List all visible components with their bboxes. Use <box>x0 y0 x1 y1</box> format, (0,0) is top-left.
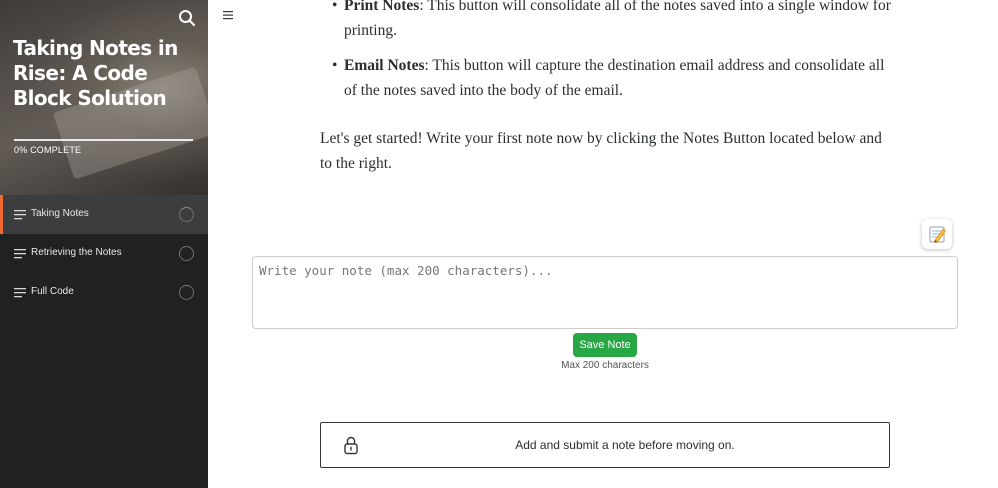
bullet-email-notes: • Email Notes: This button will capture … <box>332 57 885 99</box>
progress-bar <box>14 139 193 141</box>
progress-label: 0% COMPLETE <box>14 145 82 155</box>
note-input[interactable] <box>252 256 958 329</box>
sidebar-item-label: Retrieving the Notes <box>31 247 122 258</box>
save-note-button[interactable]: Save Note <box>573 333 637 357</box>
course-sidebar: Taking Notes in Rise: A Code Block Solut… <box>0 0 208 488</box>
character-limit-hint: Max 200 characters <box>561 360 649 371</box>
sidebar-item-taking-notes[interactable]: Taking Notes <box>0 195 208 234</box>
lines-icon <box>14 288 26 298</box>
bullet-description: : This button will capture the destinati… <box>344 57 885 99</box>
intro-paragraph: Let's get started! Write your first note… <box>320 130 882 172</box>
lock-icon <box>344 436 358 455</box>
circle-status-icon <box>179 246 194 261</box>
circle-status-icon <box>179 285 194 300</box>
course-title: Taking Notes in Rise: A Code Block Solut… <box>13 36 178 110</box>
bullet-term: Print Notes <box>344 0 420 14</box>
bullet-term: Email Notes <box>344 57 425 74</box>
continue-lock-banner: Add and submit a note before moving on. <box>320 422 890 468</box>
sidebar-item-retrieving-notes[interactable]: Retrieving the Notes <box>0 234 208 273</box>
sidebar-item-full-code[interactable]: Full Code <box>0 273 208 312</box>
bullet-print-notes: • Print Notes: This button will consolid… <box>332 0 892 43</box>
hamburger-icon[interactable] <box>222 9 234 21</box>
search-icon[interactable] <box>177 8 197 28</box>
lock-message: Add and submit a note before moving on. <box>515 438 735 452</box>
sidebar-item-label: Taking Notes <box>31 208 89 219</box>
lines-icon <box>14 249 26 259</box>
circle-status-icon <box>179 207 194 222</box>
sidebar-item-label: Full Code <box>31 286 74 297</box>
course-header: Taking Notes in Rise: A Code Block Solut… <box>0 0 208 195</box>
bullet-description: : This button will consolidate all of th… <box>344 0 891 39</box>
notes-button[interactable] <box>922 219 952 249</box>
lines-icon <box>14 210 26 220</box>
memo-icon <box>929 226 946 243</box>
active-indicator <box>0 195 3 234</box>
